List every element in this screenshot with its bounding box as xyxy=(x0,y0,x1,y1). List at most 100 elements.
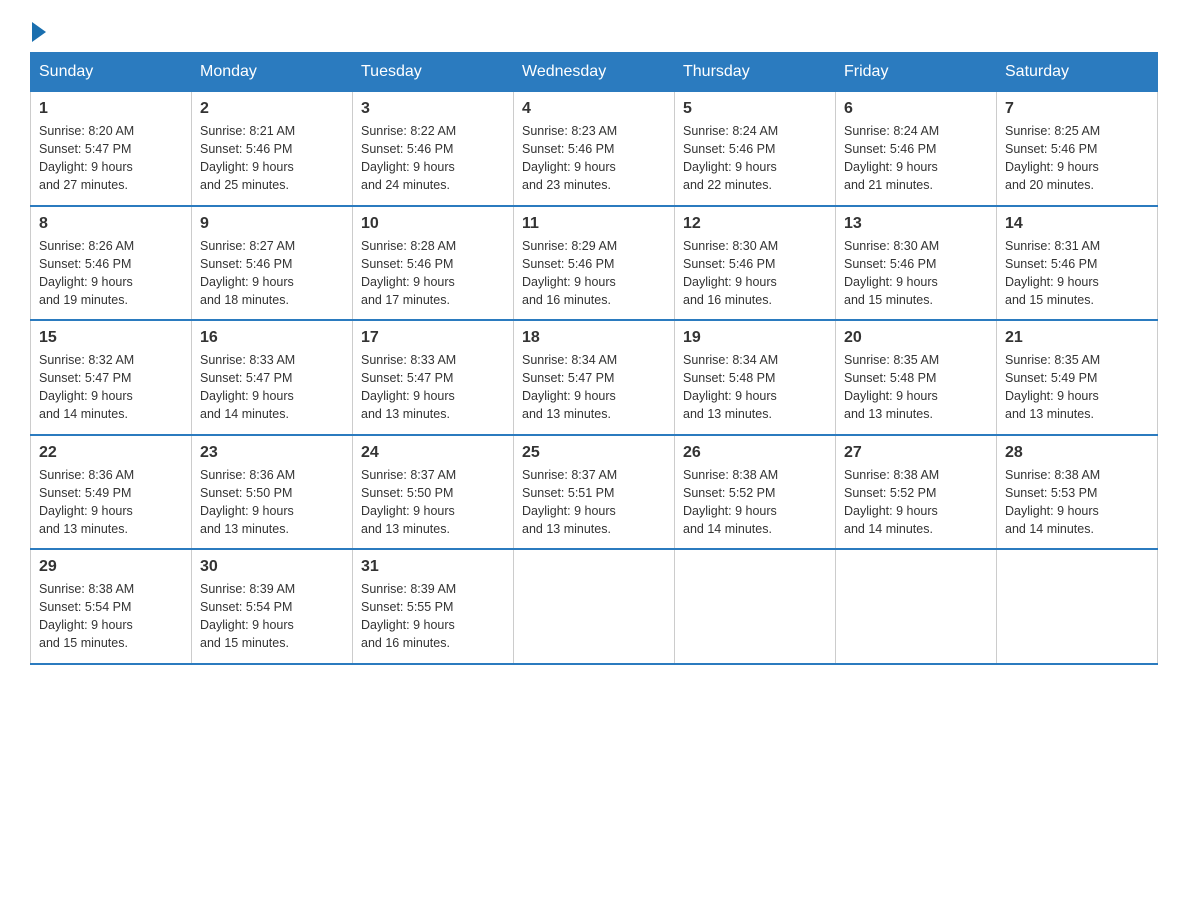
day-number: 15 xyxy=(39,329,183,347)
day-info: Sunrise: 8:33 AM Sunset: 5:47 PM Dayligh… xyxy=(361,351,505,424)
calendar-day-31: 31 Sunrise: 8:39 AM Sunset: 5:55 PM Dayl… xyxy=(353,549,514,664)
calendar-week-row: 29 Sunrise: 8:38 AM Sunset: 5:54 PM Dayl… xyxy=(31,549,1158,664)
day-info: Sunrise: 8:38 AM Sunset: 5:54 PM Dayligh… xyxy=(39,580,183,653)
calendar-day-21: 21 Sunrise: 8:35 AM Sunset: 5:49 PM Dayl… xyxy=(997,320,1158,435)
day-info: Sunrise: 8:38 AM Sunset: 5:52 PM Dayligh… xyxy=(844,466,988,539)
header-sunday: Sunday xyxy=(31,53,192,92)
calendar-day-2: 2 Sunrise: 8:21 AM Sunset: 5:46 PM Dayli… xyxy=(192,92,353,206)
calendar-day-15: 15 Sunrise: 8:32 AM Sunset: 5:47 PM Dayl… xyxy=(31,320,192,435)
header-thursday: Thursday xyxy=(675,53,836,92)
calendar-day-17: 17 Sunrise: 8:33 AM Sunset: 5:47 PM Dayl… xyxy=(353,320,514,435)
page-header xyxy=(30,20,1158,42)
day-info: Sunrise: 8:20 AM Sunset: 5:47 PM Dayligh… xyxy=(39,122,183,195)
day-info: Sunrise: 8:36 AM Sunset: 5:49 PM Dayligh… xyxy=(39,466,183,539)
day-number: 31 xyxy=(361,558,505,576)
calendar-day-18: 18 Sunrise: 8:34 AM Sunset: 5:47 PM Dayl… xyxy=(514,320,675,435)
calendar-day-24: 24 Sunrise: 8:37 AM Sunset: 5:50 PM Dayl… xyxy=(353,435,514,550)
logo-triangle-icon xyxy=(32,22,46,42)
day-number: 8 xyxy=(39,215,183,233)
day-number: 25 xyxy=(522,444,666,462)
day-info: Sunrise: 8:22 AM Sunset: 5:46 PM Dayligh… xyxy=(361,122,505,195)
day-info: Sunrise: 8:37 AM Sunset: 5:50 PM Dayligh… xyxy=(361,466,505,539)
day-info: Sunrise: 8:34 AM Sunset: 5:48 PM Dayligh… xyxy=(683,351,827,424)
day-info: Sunrise: 8:33 AM Sunset: 5:47 PM Dayligh… xyxy=(200,351,344,424)
calendar-day-26: 26 Sunrise: 8:38 AM Sunset: 5:52 PM Dayl… xyxy=(675,435,836,550)
day-info: Sunrise: 8:31 AM Sunset: 5:46 PM Dayligh… xyxy=(1005,237,1149,310)
day-info: Sunrise: 8:35 AM Sunset: 5:48 PM Dayligh… xyxy=(844,351,988,424)
calendar-day-23: 23 Sunrise: 8:36 AM Sunset: 5:50 PM Dayl… xyxy=(192,435,353,550)
calendar-day-3: 3 Sunrise: 8:22 AM Sunset: 5:46 PM Dayli… xyxy=(353,92,514,206)
calendar-day-27: 27 Sunrise: 8:38 AM Sunset: 5:52 PM Dayl… xyxy=(836,435,997,550)
day-info: Sunrise: 8:38 AM Sunset: 5:53 PM Dayligh… xyxy=(1005,466,1149,539)
calendar-day-12: 12 Sunrise: 8:30 AM Sunset: 5:46 PM Dayl… xyxy=(675,206,836,321)
day-number: 29 xyxy=(39,558,183,576)
calendar-week-row: 1 Sunrise: 8:20 AM Sunset: 5:47 PM Dayli… xyxy=(31,92,1158,206)
calendar-day-11: 11 Sunrise: 8:29 AM Sunset: 5:46 PM Dayl… xyxy=(514,206,675,321)
calendar-week-row: 22 Sunrise: 8:36 AM Sunset: 5:49 PM Dayl… xyxy=(31,435,1158,550)
day-info: Sunrise: 8:37 AM Sunset: 5:51 PM Dayligh… xyxy=(522,466,666,539)
day-number: 20 xyxy=(844,329,988,347)
calendar-day-13: 13 Sunrise: 8:30 AM Sunset: 5:46 PM Dayl… xyxy=(836,206,997,321)
logo xyxy=(30,20,46,42)
day-info: Sunrise: 8:39 AM Sunset: 5:54 PM Dayligh… xyxy=(200,580,344,653)
calendar-day-empty xyxy=(675,549,836,664)
day-info: Sunrise: 8:24 AM Sunset: 5:46 PM Dayligh… xyxy=(683,122,827,195)
day-info: Sunrise: 8:25 AM Sunset: 5:46 PM Dayligh… xyxy=(1005,122,1149,195)
day-number: 9 xyxy=(200,215,344,233)
day-number: 28 xyxy=(1005,444,1149,462)
day-info: Sunrise: 8:30 AM Sunset: 5:46 PM Dayligh… xyxy=(844,237,988,310)
day-number: 7 xyxy=(1005,100,1149,118)
calendar-day-25: 25 Sunrise: 8:37 AM Sunset: 5:51 PM Dayl… xyxy=(514,435,675,550)
day-number: 13 xyxy=(844,215,988,233)
day-info: Sunrise: 8:34 AM Sunset: 5:47 PM Dayligh… xyxy=(522,351,666,424)
calendar-day-9: 9 Sunrise: 8:27 AM Sunset: 5:46 PM Dayli… xyxy=(192,206,353,321)
day-info: Sunrise: 8:35 AM Sunset: 5:49 PM Dayligh… xyxy=(1005,351,1149,424)
calendar-day-22: 22 Sunrise: 8:36 AM Sunset: 5:49 PM Dayl… xyxy=(31,435,192,550)
calendar-day-4: 4 Sunrise: 8:23 AM Sunset: 5:46 PM Dayli… xyxy=(514,92,675,206)
day-info: Sunrise: 8:26 AM Sunset: 5:46 PM Dayligh… xyxy=(39,237,183,310)
calendar-table: SundayMondayTuesdayWednesdayThursdayFrid… xyxy=(30,52,1158,665)
header-monday: Monday xyxy=(192,53,353,92)
day-info: Sunrise: 8:27 AM Sunset: 5:46 PM Dayligh… xyxy=(200,237,344,310)
day-number: 16 xyxy=(200,329,344,347)
calendar-day-16: 16 Sunrise: 8:33 AM Sunset: 5:47 PM Dayl… xyxy=(192,320,353,435)
header-wednesday: Wednesday xyxy=(514,53,675,92)
day-number: 5 xyxy=(683,100,827,118)
day-number: 10 xyxy=(361,215,505,233)
day-info: Sunrise: 8:24 AM Sunset: 5:46 PM Dayligh… xyxy=(844,122,988,195)
calendar-week-row: 8 Sunrise: 8:26 AM Sunset: 5:46 PM Dayli… xyxy=(31,206,1158,321)
calendar-day-7: 7 Sunrise: 8:25 AM Sunset: 5:46 PM Dayli… xyxy=(997,92,1158,206)
calendar-day-20: 20 Sunrise: 8:35 AM Sunset: 5:48 PM Dayl… xyxy=(836,320,997,435)
day-info: Sunrise: 8:21 AM Sunset: 5:46 PM Dayligh… xyxy=(200,122,344,195)
calendar-week-row: 15 Sunrise: 8:32 AM Sunset: 5:47 PM Dayl… xyxy=(31,320,1158,435)
day-number: 26 xyxy=(683,444,827,462)
day-info: Sunrise: 8:30 AM Sunset: 5:46 PM Dayligh… xyxy=(683,237,827,310)
day-info: Sunrise: 8:39 AM Sunset: 5:55 PM Dayligh… xyxy=(361,580,505,653)
day-number: 24 xyxy=(361,444,505,462)
day-number: 21 xyxy=(1005,329,1149,347)
calendar-day-19: 19 Sunrise: 8:34 AM Sunset: 5:48 PM Dayl… xyxy=(675,320,836,435)
calendar-day-10: 10 Sunrise: 8:28 AM Sunset: 5:46 PM Dayl… xyxy=(353,206,514,321)
day-info: Sunrise: 8:36 AM Sunset: 5:50 PM Dayligh… xyxy=(200,466,344,539)
day-number: 23 xyxy=(200,444,344,462)
calendar-day-29: 29 Sunrise: 8:38 AM Sunset: 5:54 PM Dayl… xyxy=(31,549,192,664)
day-number: 2 xyxy=(200,100,344,118)
day-number: 18 xyxy=(522,329,666,347)
logo-blue-text xyxy=(30,20,46,42)
day-number: 30 xyxy=(200,558,344,576)
day-number: 17 xyxy=(361,329,505,347)
calendar-day-empty xyxy=(836,549,997,664)
day-info: Sunrise: 8:23 AM Sunset: 5:46 PM Dayligh… xyxy=(522,122,666,195)
day-number: 27 xyxy=(844,444,988,462)
day-number: 4 xyxy=(522,100,666,118)
day-number: 12 xyxy=(683,215,827,233)
day-info: Sunrise: 8:32 AM Sunset: 5:47 PM Dayligh… xyxy=(39,351,183,424)
calendar-day-5: 5 Sunrise: 8:24 AM Sunset: 5:46 PM Dayli… xyxy=(675,92,836,206)
header-tuesday: Tuesday xyxy=(353,53,514,92)
day-number: 11 xyxy=(522,215,666,233)
day-number: 1 xyxy=(39,100,183,118)
calendar-day-8: 8 Sunrise: 8:26 AM Sunset: 5:46 PM Dayli… xyxy=(31,206,192,321)
day-number: 19 xyxy=(683,329,827,347)
day-number: 3 xyxy=(361,100,505,118)
header-saturday: Saturday xyxy=(997,53,1158,92)
